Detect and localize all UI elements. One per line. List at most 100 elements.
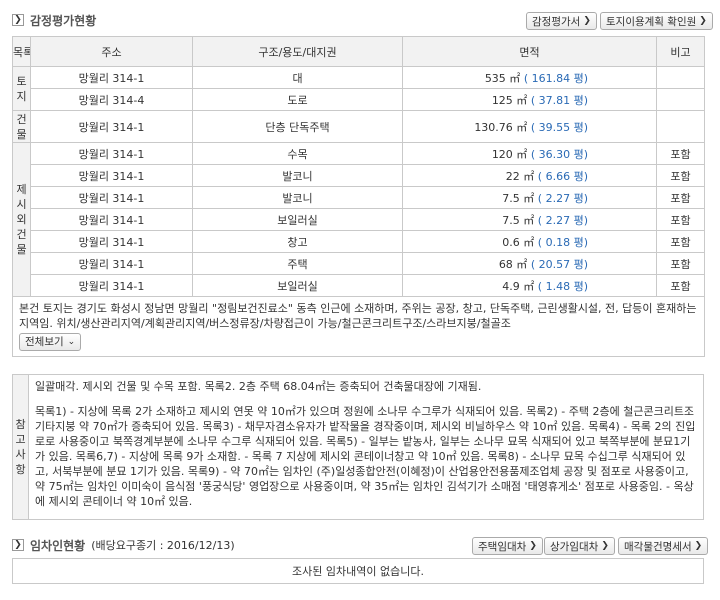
pyeong-value: ( 0.18 평) xyxy=(537,235,588,249)
cell-area: 0.6 ㎡ ( 0.18 평) xyxy=(402,230,657,253)
description-row: 본건 토지는 경기도 화성시 정남면 망월리 "정림보건진료소" 동측 인근에 … xyxy=(12,296,705,357)
housing-lease-label: 주택임대차 xyxy=(478,540,527,553)
cell-note: 포함 xyxy=(656,230,705,253)
pyeong-value: ( 20.57 평) xyxy=(530,257,588,271)
header-area: 면적 xyxy=(402,36,657,67)
cell-address: 망월리 314-1 xyxy=(30,208,193,231)
tenant-empty-message: 조사된 임차내역이 없습니다. xyxy=(292,565,424,578)
cell-note: 포함 xyxy=(656,208,705,231)
area-value: 120 ㎡ xyxy=(491,147,528,161)
chevron-right-icon: ❯ xyxy=(601,541,609,551)
expand-all-button[interactable]: 전체보기 ⌄ xyxy=(19,333,82,351)
appraisal-doc-button[interactable]: 감정평가서 ❯ xyxy=(526,12,597,30)
table-row: 망월리 314-1 보일러실 4.9 ㎡ ( 1.48 평) 포함 xyxy=(13,274,705,297)
chevron-right-icon: ❯ xyxy=(529,541,537,551)
header-note: 비고 xyxy=(656,36,705,67)
cell-structure: 보일러실 xyxy=(192,274,403,297)
cell-note: 포함 xyxy=(656,142,705,165)
cell-structure: 수목 xyxy=(192,142,403,165)
pyeong-value: ( 2.27 평) xyxy=(537,191,588,205)
cell-structure: 주택 xyxy=(192,252,403,275)
appraisal-doc-label: 감정평가서 xyxy=(532,15,581,28)
cell-area: 68 ㎡ ( 20.57 평) xyxy=(402,252,657,275)
cell-note: 포함 xyxy=(656,186,705,209)
table-row: 망월리 314-1 창고 0.6 ㎡ ( 0.18 평) 포함 xyxy=(13,230,705,253)
cell-note: 포함 xyxy=(656,164,705,187)
cell-area: 4.9 ㎡ ( 1.48 평) xyxy=(402,274,657,297)
cell-address: 망월리 314-1 xyxy=(30,230,193,253)
header-address: 주소 xyxy=(30,36,193,67)
appraisal-table: 목록 주소 구조/용도/대지권 면적 비고 토지 망월리 314-1 대 535… xyxy=(12,36,705,357)
area-value: 130.76 ㎡ xyxy=(474,120,528,134)
cell-address: 망월리 314-1 xyxy=(30,164,193,187)
area-value: 0.6 ㎡ xyxy=(502,235,535,249)
chevron-right-icon: ❯ xyxy=(699,16,707,26)
notes-paragraph: 일괄매각. 제시외 건물 및 수목 포함. 목록2. 2층 주택 68.04㎡는… xyxy=(35,380,482,393)
category-building: 건물 xyxy=(12,110,31,143)
cell-area: 535 ㎡ ( 161.84 평) xyxy=(402,66,657,89)
commercial-lease-button[interactable]: 상가임대차 ❯ xyxy=(544,537,615,555)
cell-area: 130.76 ㎡ ( 39.55 평) xyxy=(402,110,657,143)
pyeong-value: ( 2.27 평) xyxy=(537,213,588,227)
cell-structure: 단층 단독주택 xyxy=(192,110,403,143)
table-row: 망월리 314-1 발코니 7.5 ㎡ ( 2.27 평) 포함 xyxy=(13,186,705,209)
cell-note xyxy=(656,110,705,143)
cell-address: 망월리 314-1 xyxy=(30,66,193,89)
chevron-right-icon: ❯ xyxy=(12,14,24,26)
pyeong-value: ( 36.30 평) xyxy=(530,147,588,161)
sale-statement-button[interactable]: 매각물건명세서 ❯ xyxy=(618,537,709,555)
tenant-title: 임차인현황 xyxy=(30,538,86,553)
land-plan-label: 토지이용계획 확인원 xyxy=(606,15,697,28)
cell-address: 망월리 314-1 xyxy=(30,252,193,275)
cell-address: 망월리 314-1 xyxy=(30,186,193,209)
notes-table: 참고사항 일괄매각. 제시외 건물 및 수목 포함. 목록2. 2층 주택 68… xyxy=(12,374,704,520)
auction-detail-page: ❯ 감정평가현황 감정평가서 ❯ 토지이용계획 확인원 ❯ 목록 주소 구조/용… xyxy=(0,0,720,600)
sale-statement-label: 매각물건명세서 xyxy=(624,540,692,553)
notes-body: 일괄매각. 제시외 건물 및 수목 포함. 목록2. 2층 주택 68.04㎡는… xyxy=(28,374,704,520)
cell-area: 7.5 ㎡ ( 2.27 평) xyxy=(402,186,657,209)
category-land: 토지 xyxy=(12,66,31,111)
land-plan-button[interactable]: 토지이용계획 확인원 ❯ xyxy=(600,12,713,30)
tenant-section-header: ❯ 임차인현황 (배당요구종기 : 2016/12/13) xyxy=(12,533,235,557)
notes-paragraph: 목록1) - 지상에 목록 2가 소재하고 제시외 연못 약 10㎡가 있으며 … xyxy=(35,405,696,508)
header-structure: 구조/용도/대지권 xyxy=(192,36,403,67)
chevron-right-icon: ❯ xyxy=(694,541,703,551)
pyeong-value: ( 1.48 평) xyxy=(537,279,588,293)
appraisal-title: 감정평가현황 xyxy=(30,13,97,28)
cell-area: 125 ㎡ ( 37.81 평) xyxy=(402,88,657,111)
area-value: 7.5 ㎡ xyxy=(502,213,535,227)
table-row: 망월리 314-1 발코니 22 ㎡ ( 6.66 평) 포함 xyxy=(13,164,705,187)
table-row: 망월리 314-4 도로 125 ㎡ ( 37.81 평) xyxy=(13,88,705,111)
area-value: 22 ㎡ xyxy=(505,169,535,183)
chevron-down-icon: ⌄ xyxy=(67,336,76,347)
table-row: 망월리 314-1 주택 68 ㎡ ( 20.57 평) 포함 xyxy=(13,252,705,275)
area-value: 4.9 ㎡ xyxy=(502,279,535,293)
description-text: 본건 토지는 경기도 화성시 정남면 망월리 "정림보건진료소" 동측 인근에 … xyxy=(19,302,697,330)
commercial-lease-label: 상가임대차 xyxy=(550,540,599,553)
table-header-row: 목록 주소 구조/용도/대지권 면적 비고 xyxy=(12,36,705,67)
table-row: 제시외건물 망월리 314-1 수목 120 ㎡ ( 36.30 평) 포함 xyxy=(12,142,705,297)
housing-lease-button[interactable]: 주택임대차 ❯ xyxy=(472,537,543,555)
cell-note xyxy=(656,66,705,89)
area-value: 125 ㎡ xyxy=(491,93,528,107)
header-category: 목록 xyxy=(12,36,31,67)
cell-area: 22 ㎡ ( 6.66 평) xyxy=(402,164,657,187)
tenant-empty-box: 조사된 임차내역이 없습니다. xyxy=(12,558,704,584)
cell-structure: 창고 xyxy=(192,230,403,253)
area-value: 535 ㎡ xyxy=(484,71,521,85)
cell-note: 포함 xyxy=(656,274,705,297)
cell-address: 망월리 314-1 xyxy=(30,274,193,297)
table-row: 토지 망월리 314-1 대 535 ㎡ ( 161.84 평) xyxy=(12,66,705,111)
cell-area: 7.5 ㎡ ( 2.27 평) xyxy=(402,208,657,231)
cell-structure: 발코니 xyxy=(192,186,403,209)
area-value: 7.5 ㎡ xyxy=(502,191,535,205)
area-value: 68 ㎡ xyxy=(498,257,528,271)
chevron-right-icon: ❯ xyxy=(583,16,591,26)
pyeong-value: ( 161.84 평) xyxy=(523,71,588,85)
cell-structure: 도로 xyxy=(192,88,403,111)
expand-all-label: 전체보기 xyxy=(25,335,64,348)
description-cell: 본건 토지는 경기도 화성시 정남면 망월리 "정림보건진료소" 동측 인근에 … xyxy=(12,296,705,357)
cell-address: 망월리 314-4 xyxy=(30,88,193,111)
pyeong-value: ( 37.81 평) xyxy=(530,93,588,107)
cell-structure: 대 xyxy=(192,66,403,89)
